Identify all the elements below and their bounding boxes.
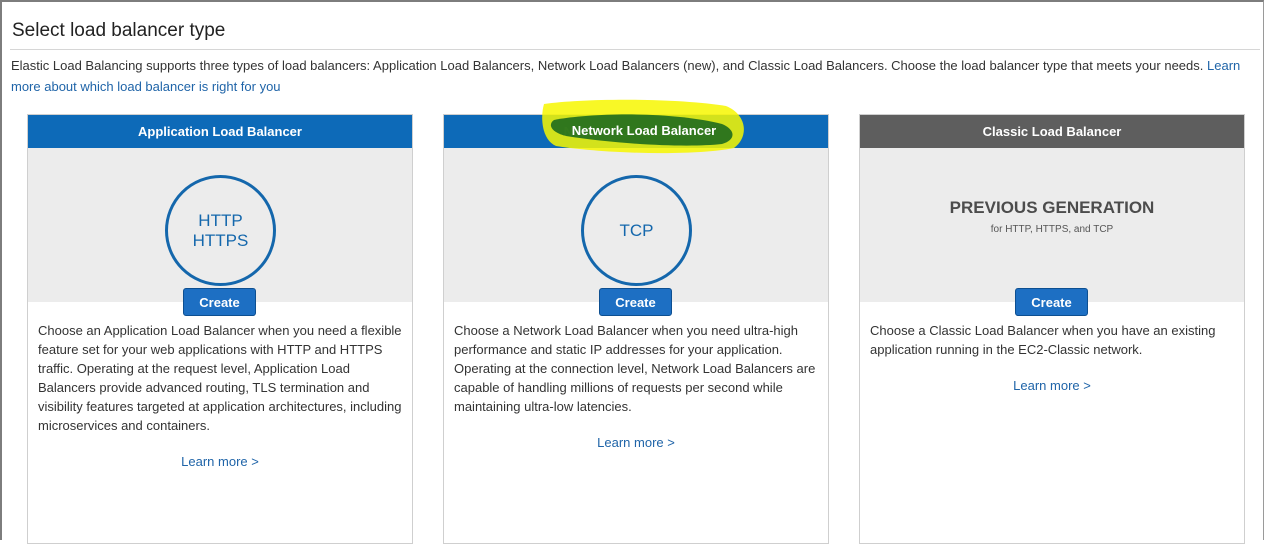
card-graphic: TCP: [444, 148, 828, 302]
protocol-circle: TCP: [581, 175, 692, 286]
network-load-balancer-card: Network Load Balancer TCP Create Choose …: [443, 114, 829, 544]
previous-generation-label: PREVIOUS GENERATION for HTTP, HTTPS, and…: [860, 198, 1244, 235]
intro-paragraph: Elastic Load Balancing supports three ty…: [11, 55, 1261, 97]
protocol-circle: HTTP HTTPS: [165, 175, 276, 286]
learn-more-link[interactable]: Learn more >: [860, 378, 1244, 393]
create-classic-load-balancer-button[interactable]: Create: [1015, 288, 1088, 316]
page-title: Select load balancer type: [12, 20, 226, 41]
card-header: Network Load Balancer: [444, 115, 828, 148]
classic-load-balancer-card: Classic Load Balancer PREVIOUS GENERATIO…: [859, 114, 1245, 544]
learn-more-link[interactable]: Learn more >: [444, 435, 828, 450]
card-description: Choose an Application Load Balancer when…: [38, 323, 402, 433]
protocol-label: HTTP: [198, 210, 243, 230]
card-description: Choose a Network Load Balancer when you …: [454, 323, 816, 414]
intro-text: Elastic Load Balancing supports three ty…: [11, 58, 1204, 73]
learn-more-link[interactable]: Learn more >: [28, 454, 412, 469]
protocol-label: TCP: [619, 220, 654, 240]
application-load-balancer-card: Application Load Balancer HTTP HTTPS Cre…: [27, 114, 413, 544]
create-network-load-balancer-button[interactable]: Create: [599, 288, 672, 316]
generation-title: PREVIOUS GENERATION: [949, 198, 1155, 217]
card-graphic: PREVIOUS GENERATION for HTTP, HTTPS, and…: [860, 148, 1244, 302]
card-header: Classic Load Balancer: [860, 115, 1244, 148]
protocol-label: HTTPS: [192, 230, 249, 250]
card-header: Application Load Balancer: [28, 115, 412, 148]
generation-subtitle: for HTTP, HTTPS, and TCP: [990, 224, 1114, 235]
title-divider: [10, 49, 1260, 50]
create-application-load-balancer-button[interactable]: Create: [183, 288, 256, 316]
card-graphic: HTTP HTTPS: [28, 148, 412, 302]
